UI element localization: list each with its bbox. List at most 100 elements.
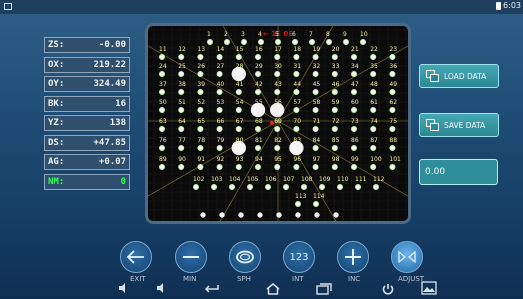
grid-point[interactable] [312, 163, 319, 170]
grid-point[interactable] [312, 89, 319, 96]
grid-point[interactable] [333, 212, 339, 218]
grid-point[interactable] [354, 183, 361, 190]
grid-point[interactable] [325, 38, 332, 45]
grid-point[interactable] [293, 163, 300, 170]
grid-point[interactable] [158, 126, 165, 133]
grid-point[interactable] [200, 212, 206, 218]
grid-point[interactable] [255, 89, 262, 96]
grid-point[interactable] [336, 183, 343, 190]
grid-point[interactable] [197, 163, 204, 170]
grid-point[interactable] [389, 145, 396, 152]
grid-point[interactable] [331, 71, 338, 78]
grid-point[interactable] [197, 53, 204, 60]
grid-point[interactable] [308, 38, 315, 45]
grid-point[interactable] [359, 38, 366, 45]
grid-point[interactable] [350, 53, 357, 60]
grid-point[interactable] [312, 126, 319, 133]
grid-point[interactable] [274, 53, 281, 60]
grid-point[interactable] [274, 89, 281, 96]
grid-point[interactable] [370, 145, 377, 152]
grid-point[interactable] [158, 107, 165, 114]
grid-point[interactable] [293, 126, 300, 133]
grid-point[interactable] [216, 145, 223, 152]
grid-point[interactable] [342, 38, 349, 45]
grid-point[interactable] [158, 145, 165, 152]
grid-point[interactable] [389, 126, 396, 133]
number-button[interactable]: 123 [283, 241, 315, 273]
grid-point[interactable] [350, 126, 357, 133]
grid-point[interactable] [331, 89, 338, 96]
grid-point[interactable] [370, 107, 377, 114]
grid-point[interactable] [370, 53, 377, 60]
grid-point[interactable] [178, 145, 185, 152]
grid-point[interactable] [258, 38, 265, 45]
grid-point[interactable] [216, 53, 223, 60]
grid-point[interactable] [197, 71, 204, 78]
save-data-button[interactable]: SAVE DATA [419, 113, 499, 137]
grid-point[interactable] [216, 126, 223, 133]
grid-point[interactable] [389, 163, 396, 170]
grid-point[interactable] [250, 102, 266, 118]
grid-point[interactable] [197, 89, 204, 96]
grid-point[interactable] [389, 89, 396, 96]
grid-point[interactable] [197, 126, 204, 133]
back-button[interactable] [120, 241, 152, 273]
grid-point[interactable] [275, 38, 282, 45]
grid-point[interactable] [197, 145, 204, 152]
grid-point[interactable] [274, 163, 281, 170]
grid-point[interactable] [235, 107, 242, 114]
grid-point[interactable] [331, 163, 338, 170]
grid-point[interactable] [231, 140, 247, 156]
grid-point[interactable] [178, 163, 185, 170]
grid-point[interactable] [241, 38, 248, 45]
grid-point[interactable] [350, 145, 357, 152]
grid-point[interactable] [193, 183, 200, 190]
grid-point[interactable] [235, 126, 242, 133]
grid-point[interactable] [293, 71, 300, 78]
grid-point[interactable] [293, 107, 300, 114]
grid-point[interactable] [274, 126, 281, 133]
grid-point[interactable] [216, 163, 223, 170]
grid-point[interactable] [331, 145, 338, 152]
nav-sph[interactable]: SPH [237, 275, 251, 283]
grid-point[interactable] [257, 212, 263, 218]
grid-point[interactable] [178, 126, 185, 133]
grid-point[interactable] [370, 89, 377, 96]
grid-point[interactable] [211, 183, 218, 190]
lens-map-display[interactable]: ← 1E 0E 1 2 3 4 5 6 7 8 9 10 11 12 13 14 15 16 17 18 19 20 2… [145, 23, 411, 224]
grid-point[interactable] [282, 183, 289, 190]
grid-point[interactable] [370, 71, 377, 78]
grid-point[interactable] [224, 38, 231, 45]
grid-point[interactable] [312, 53, 319, 60]
grid-point[interactable] [158, 53, 165, 60]
grid-point[interactable] [255, 145, 262, 152]
grid-point[interactable] [312, 107, 319, 114]
minus-button[interactable] [175, 241, 207, 273]
plus-button[interactable] [337, 241, 369, 273]
grid-point[interactable] [300, 183, 307, 190]
grid-point[interactable] [255, 71, 262, 78]
grid-point[interactable] [207, 38, 214, 45]
grid-point[interactable] [293, 89, 300, 96]
grid-point[interactable] [255, 126, 262, 133]
grid-point[interactable] [331, 53, 338, 60]
home-icon[interactable] [265, 283, 281, 295]
grid-point[interactable] [331, 107, 338, 114]
grid-point[interactable] [289, 140, 304, 156]
grid-point[interactable] [255, 53, 262, 60]
grid-point[interactable] [216, 71, 223, 78]
grid-point[interactable] [235, 89, 242, 96]
recent-apps-icon[interactable] [316, 283, 332, 295]
grid-point[interactable] [331, 126, 338, 133]
grid-point[interactable] [350, 71, 357, 78]
grid-point[interactable] [216, 107, 223, 114]
grid-point[interactable] [219, 212, 225, 218]
grid-point[interactable] [197, 107, 204, 114]
grid-point[interactable] [178, 107, 185, 114]
grid-point[interactable] [370, 126, 377, 133]
grid-point[interactable] [158, 163, 165, 170]
grid-point[interactable] [235, 53, 242, 60]
grid-point[interactable] [291, 38, 298, 45]
grid-point[interactable] [274, 145, 281, 152]
nav-min[interactable]: MIN [183, 275, 196, 283]
